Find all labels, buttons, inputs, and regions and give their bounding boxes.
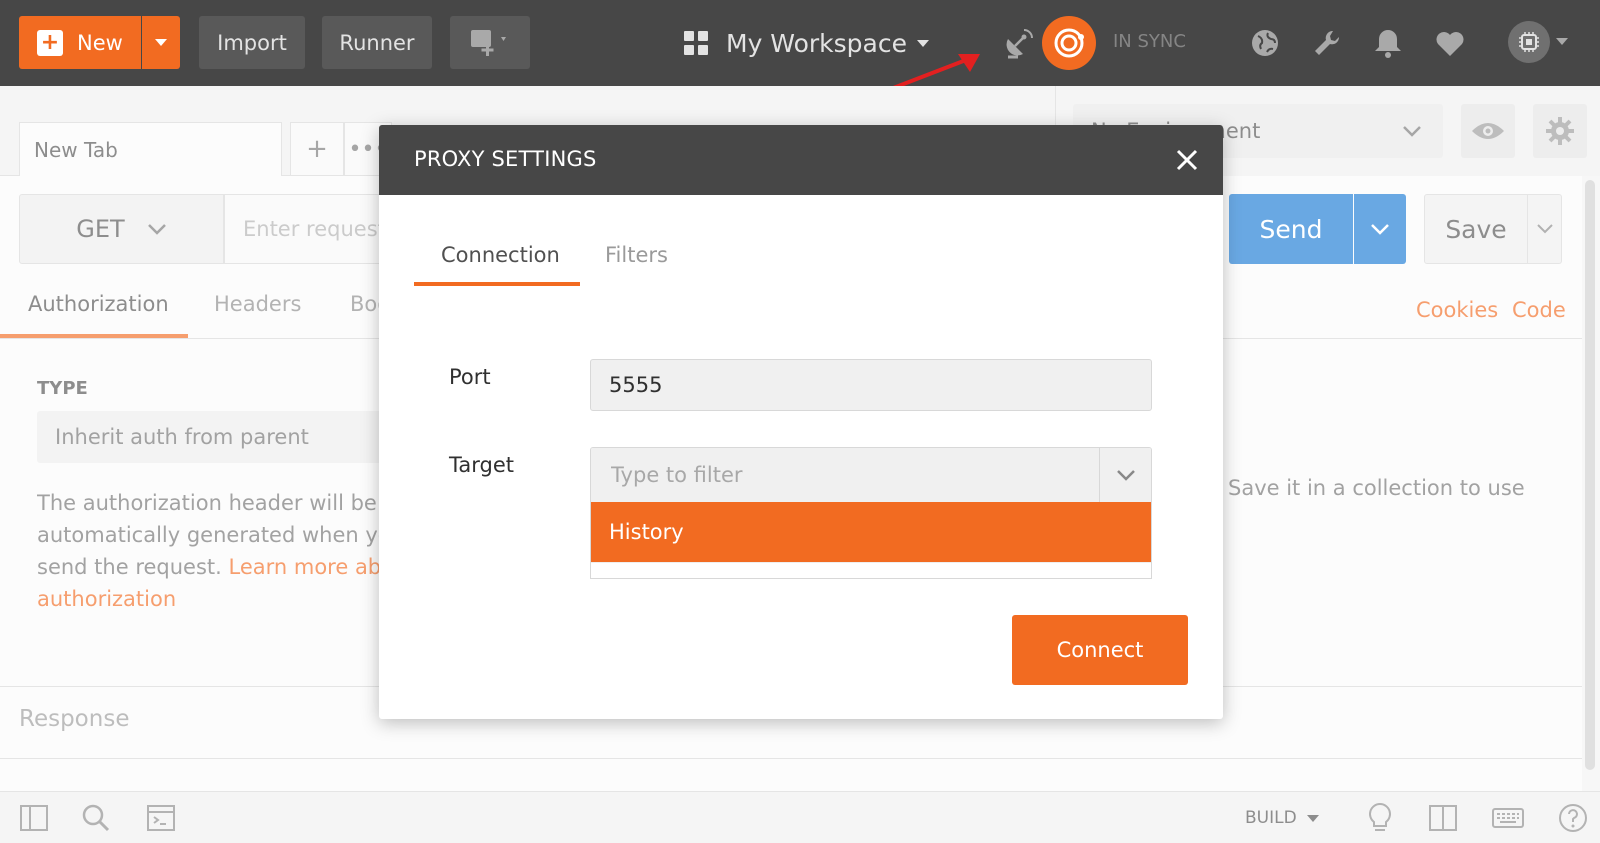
grid-icon: [684, 31, 708, 55]
wrench-icon: [1315, 30, 1340, 55]
target-select[interactable]: History: [590, 447, 1152, 579]
chevron-down-icon: [1117, 470, 1135, 481]
sync-status-button[interactable]: [1042, 16, 1096, 70]
caret-down-icon: [155, 39, 167, 46]
notifications-button[interactable]: [1369, 24, 1407, 62]
app-header: + New Import Runner My Workspace IN SYNC: [0, 0, 1600, 86]
sync-orbit-icon: [1054, 28, 1084, 58]
tab-active-indicator: [414, 282, 580, 286]
plus-icon: +: [37, 29, 63, 56]
favorite-button[interactable]: [1431, 24, 1469, 62]
target-option-history[interactable]: History: [591, 502, 1151, 562]
globe-icon: [1252, 30, 1278, 56]
bell-icon: [1375, 30, 1401, 58]
new-window-button[interactable]: [450, 16, 530, 69]
runner-button[interactable]: Runner: [322, 16, 432, 69]
account-button[interactable]: [1508, 21, 1550, 63]
caret-down-icon: [1556, 38, 1568, 45]
avatar-icon: [1519, 32, 1539, 52]
proxy-settings-modal: PROXY SETTINGS Connection Filters Port T…: [379, 125, 1223, 719]
target-dropdown-toggle[interactable]: [1100, 448, 1151, 502]
target-option-partial[interactable]: [591, 562, 1151, 578]
sync-status-text: IN SYNC: [1113, 31, 1186, 52]
heart-icon: [1436, 32, 1464, 56]
connect-button[interactable]: Connect: [1012, 615, 1188, 685]
modal-title: PROXY SETTINGS: [414, 147, 597, 171]
new-button-label: New: [77, 30, 123, 55]
settings-button[interactable]: [1308, 24, 1346, 62]
close-button[interactable]: [1172, 145, 1202, 175]
new-dropdown-button[interactable]: [142, 16, 180, 69]
import-button[interactable]: Import: [199, 16, 305, 69]
satellite-dish-icon: [1006, 29, 1033, 59]
tab-connection[interactable]: Connection: [441, 243, 560, 267]
new-window-icon: [471, 29, 506, 56]
tab-filters[interactable]: Filters: [605, 243, 668, 267]
capture-requests-button[interactable]: [1000, 24, 1038, 62]
target-filter-input[interactable]: [591, 448, 1100, 502]
port-label: Port: [449, 365, 491, 389]
port-input[interactable]: [590, 359, 1152, 411]
new-button[interactable]: + New: [19, 16, 141, 69]
close-icon: [1176, 149, 1198, 171]
target-label: Target: [449, 453, 514, 477]
modal-header: PROXY SETTINGS: [379, 125, 1223, 195]
globe-button[interactable]: [1246, 24, 1284, 62]
